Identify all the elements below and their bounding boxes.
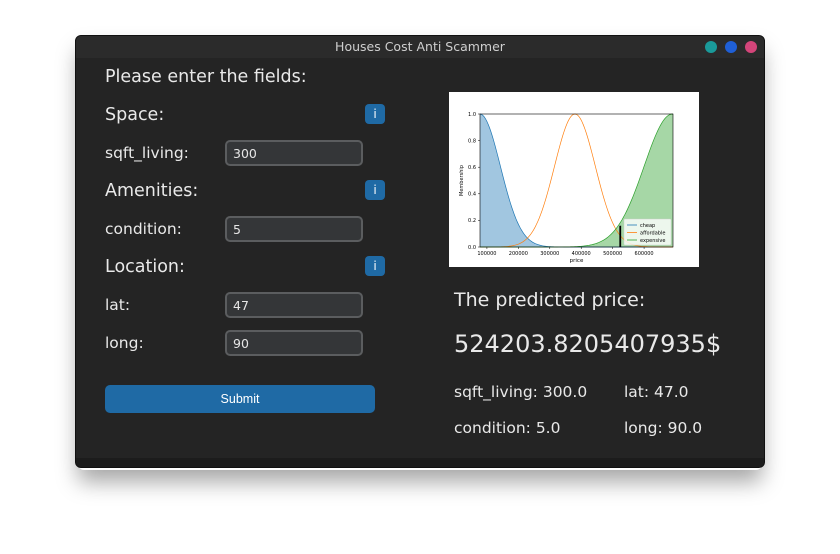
main-content: Please enter the fields: Space: i sqft_l… — [76, 58, 764, 458]
x-tick-label: 200000 — [509, 251, 528, 257]
y-tick-label: 1.0 — [468, 112, 476, 118]
x-tick-label: 600000 — [635, 251, 654, 257]
x-tick-label: 400000 — [572, 251, 591, 257]
submit-button[interactable]: Submit — [105, 385, 375, 413]
location-info-button[interactable]: i — [365, 256, 385, 276]
lat-label: lat: — [105, 296, 131, 314]
section-space-label: Space: — [105, 105, 165, 125]
section-amenities-label: Amenities: — [105, 181, 199, 201]
legend-label-cheap: cheap — [640, 223, 655, 229]
summary-long: long: 90.0 — [624, 419, 703, 437]
info-icon: i — [373, 183, 377, 197]
price-membership-chart: 100000 200000 300000 400000 500000 600000 0.0 0… — [449, 92, 699, 267]
info-icon: i — [373, 259, 377, 273]
maximize-button[interactable] — [725, 41, 737, 53]
chart-legend: cheapaffordable expensive — [623, 218, 672, 246]
membership-chart-svg: 100000 200000 300000 400000 500000 600000 0.0 0… — [459, 112, 674, 264]
y-tick-label: 0.4 — [468, 192, 476, 198]
title-bar[interactable]: Houses Cost Anti Scammer — [76, 36, 764, 59]
app-window: Houses Cost Anti Scammer Please enter th… — [75, 35, 765, 468]
predicted-price: 524203.8205407935$ — [454, 330, 722, 358]
summary-lat: lat: 47.0 — [624, 383, 689, 401]
space-info-button[interactable]: i — [365, 104, 385, 124]
x-tick-label: 500000 — [603, 251, 622, 257]
window-title: Houses Cost Anti Scammer — [335, 39, 505, 54]
close-button[interactable] — [745, 41, 757, 53]
y-axis-label: Membership — [459, 165, 465, 196]
form-heading: Please enter the fields: — [105, 67, 307, 87]
info-icon: i — [373, 107, 377, 121]
x-tick-label: 100000 — [477, 251, 496, 257]
minimize-button[interactable] — [705, 41, 717, 53]
y-tick-label: 0.2 — [468, 218, 476, 224]
y-tick-label: 0.0 — [468, 245, 476, 251]
sqft-living-input[interactable] — [225, 140, 363, 166]
result-heading: The predicted price: — [454, 289, 646, 311]
section-location-label: Location: — [105, 257, 185, 277]
legend-label-expensive: expensive — [640, 238, 665, 244]
condition-label: condition: — [105, 220, 182, 238]
lat-input[interactable] — [225, 292, 363, 318]
sqft-living-label: sqft_living: — [105, 144, 189, 162]
long-label: long: — [105, 334, 144, 352]
x-tick-label: 300000 — [540, 251, 559, 257]
x-axis-label: price — [570, 258, 584, 264]
summary-condition: condition: 5.0 — [454, 419, 561, 437]
condition-input[interactable] — [225, 216, 363, 242]
y-tick-label: 0.6 — [468, 165, 476, 171]
legend-label-affordable: affordable — [640, 230, 665, 236]
amenities-info-button[interactable]: i — [365, 180, 385, 200]
y-tick-label: 0.8 — [468, 138, 476, 144]
long-input[interactable] — [225, 330, 363, 356]
window-bottom-bar — [76, 458, 764, 467]
summary-sqft-living: sqft_living: 300.0 — [454, 383, 588, 401]
